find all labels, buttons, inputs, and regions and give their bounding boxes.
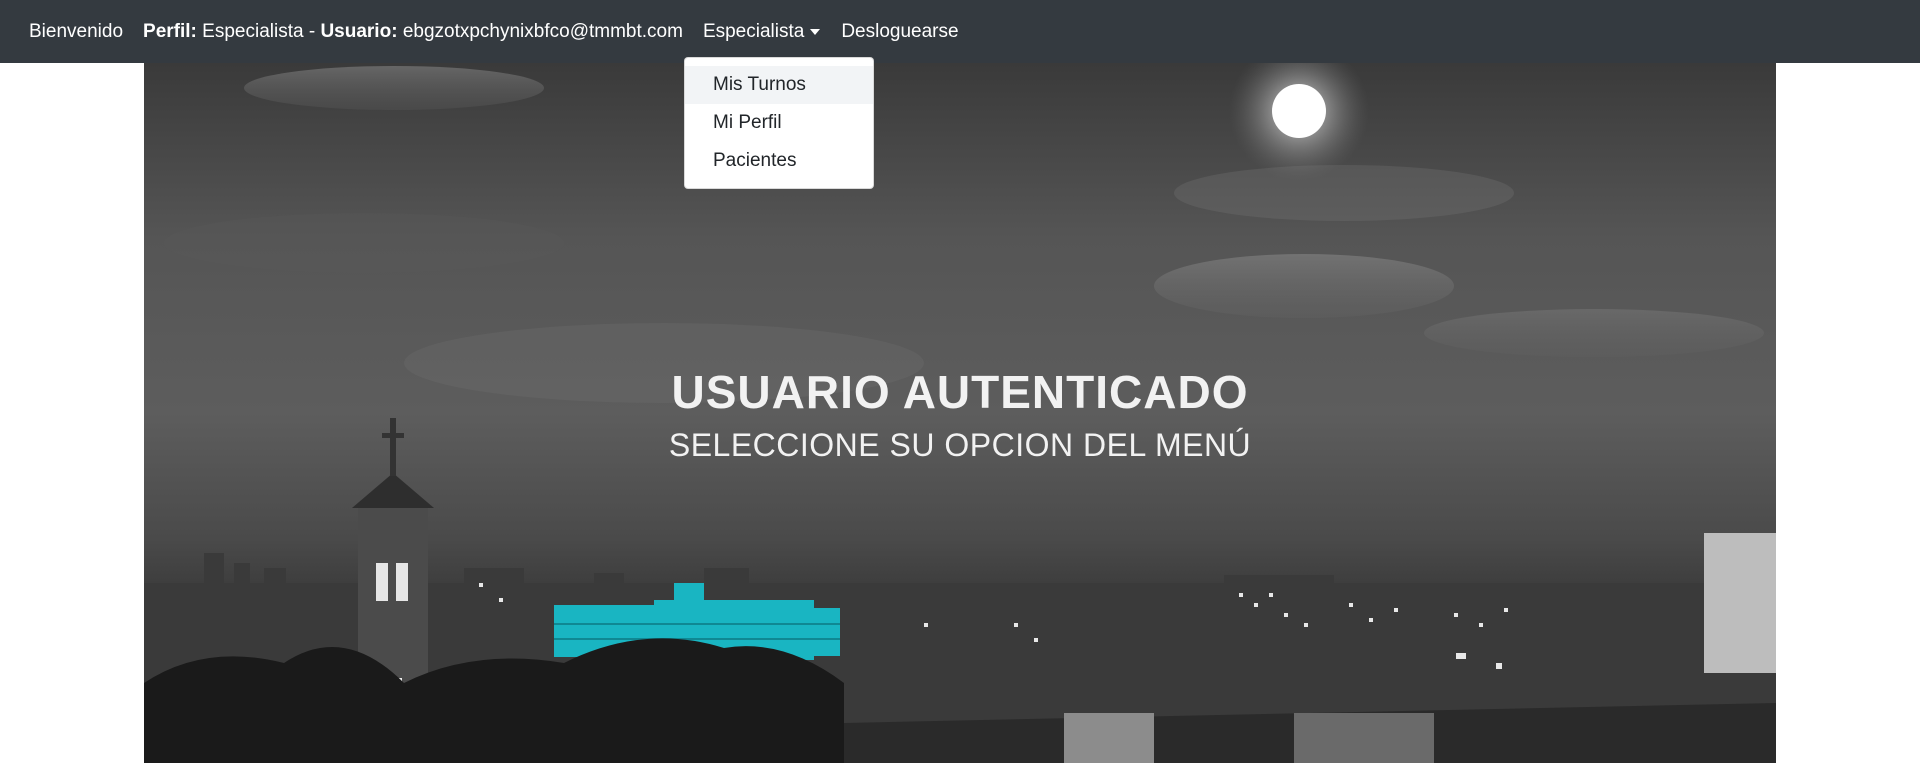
especialista-dropdown-toggle[interactable]: Especialista [702, 20, 821, 43]
especialista-dropdown-menu: Mis Turnos Mi Perfil Pacientes [684, 57, 874, 189]
brand-link[interactable]: Bienvenido [29, 21, 123, 43]
menu-item-mis-turnos[interactable]: Mis Turnos [685, 66, 873, 104]
separator: - [308, 20, 316, 42]
user-info: Perfil: Especialista - Usuario: ebgzotxp… [143, 21, 683, 43]
logout-link[interactable]: Desloguearse [841, 21, 958, 43]
user-email: ebgzotxpchynixbfco@tmmbt.com [402, 20, 683, 42]
top-navbar: Bienvenido Perfil: Especialista - Usuari… [0, 0, 1920, 63]
caret-down-icon [810, 28, 821, 35]
hero-subtitle: SELECCIONE SU OPCION DEL MENÚ [668, 427, 1252, 463]
dropdown-toggle-label: Especialista [702, 20, 805, 42]
profile-label: Perfil: [143, 20, 197, 42]
hero-title: USUARIO AUTENTICADO [671, 366, 1249, 418]
profile-value: Especialista [202, 20, 304, 42]
menu-item-mi-perfil[interactable]: Mi Perfil [685, 104, 873, 142]
menu-item-pacientes[interactable]: Pacientes [685, 142, 873, 180]
hero-text: USUARIO AUTENTICADO SELECCIONE SU OPCION… [144, 365, 1776, 464]
user-label: Usuario: [320, 20, 398, 42]
hero-banner: USUARIO AUTENTICADO SELECCIONE SU OPCION… [144, 63, 1776, 763]
